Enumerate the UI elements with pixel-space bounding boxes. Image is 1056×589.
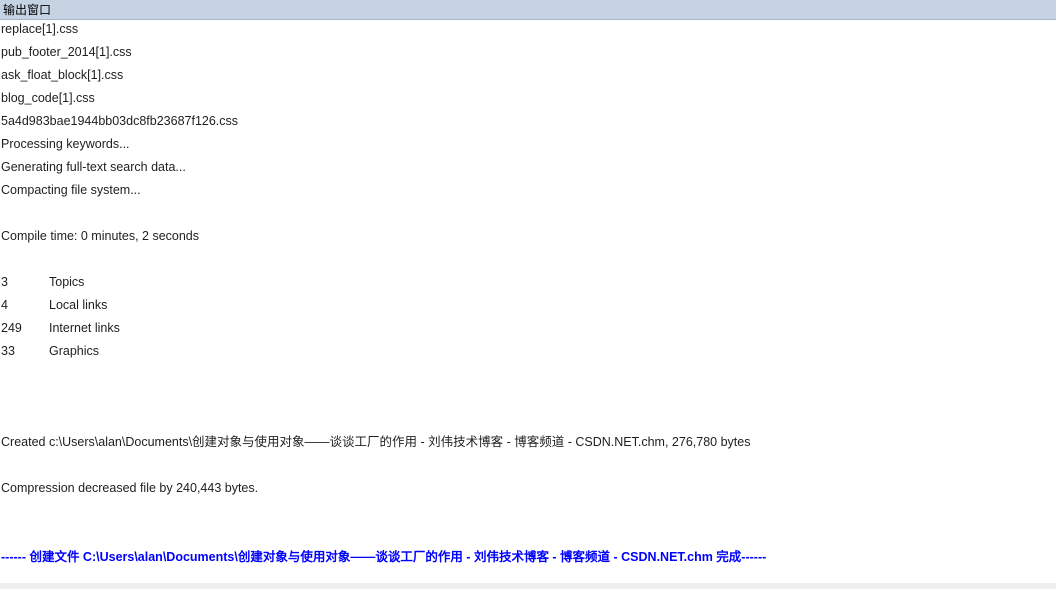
stat-label: Topics xyxy=(49,275,85,289)
output-window: 输出窗口 replace[1].css pub_footer_2014[1].c… xyxy=(0,0,1056,589)
log-line-progress: Compacting file system... xyxy=(1,183,141,197)
stat-label: Internet links xyxy=(49,321,120,335)
stat-count: 249 xyxy=(1,321,22,335)
title-bar[interactable]: 输出窗口 xyxy=(0,0,1056,20)
log-line-file: 5a4d983bae1944bb03dc8fb23687f126.css xyxy=(1,114,239,128)
stat-label: Local links xyxy=(49,298,108,312)
log-line-complete: ------ 创建文件 C:\Users\alan\Documents\创建对象… xyxy=(1,550,767,564)
log-line-progress: Generating full-text search data... xyxy=(1,160,186,174)
log-line-file: replace[1].css xyxy=(1,22,79,36)
log-line-progress: Processing keywords... xyxy=(1,137,130,151)
log-line-created: Created c:\Users\alan\Documents\创建对象与使用对… xyxy=(1,435,751,449)
stat-count: 4 xyxy=(1,298,8,312)
log-line-compression: Compression decreased file by 240,443 by… xyxy=(1,481,259,495)
log-line-file: blog_code[1].css xyxy=(1,91,95,105)
horizontal-scrollbar[interactable] xyxy=(0,583,1056,589)
window-title: 输出窗口 xyxy=(3,3,52,17)
stat-count: 33 xyxy=(1,344,15,358)
log-line-compile-time: Compile time: 0 minutes, 2 seconds xyxy=(1,229,200,243)
output-log[interactable]: replace[1].css pub_footer_2014[1].css as… xyxy=(0,20,1056,583)
log-line-file: pub_footer_2014[1].css xyxy=(1,45,132,59)
stat-label: Graphics xyxy=(49,344,100,358)
stat-count: 3 xyxy=(1,275,8,289)
log-line-file: ask_float_block[1].css xyxy=(1,68,124,82)
